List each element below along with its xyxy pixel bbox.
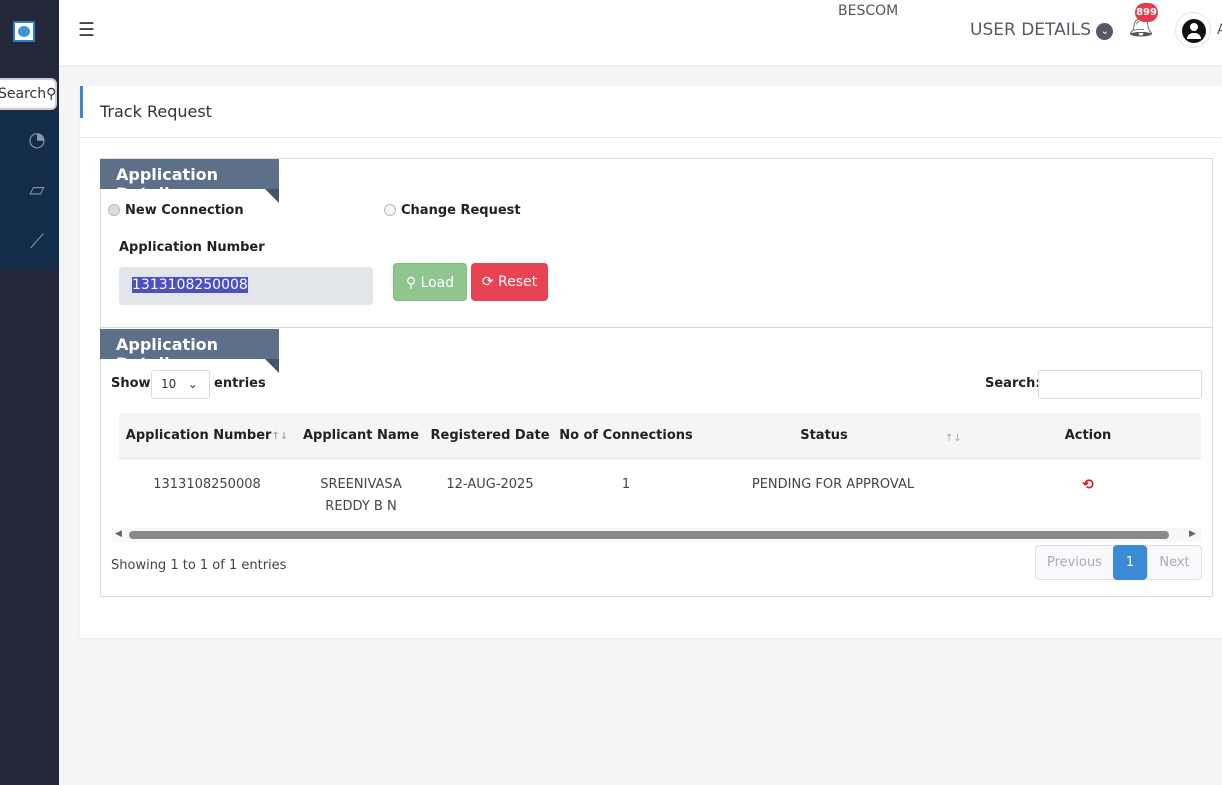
cell-registered-date: 12-AUG-2025 xyxy=(446,477,534,492)
chevron-down-icon: ⌄ xyxy=(1096,23,1114,40)
divider xyxy=(80,137,1222,138)
ribbon-fold xyxy=(265,359,279,373)
col-action: Action xyxy=(1064,428,1112,443)
show-label: Show xyxy=(111,376,151,391)
table-info: Showing 1 to 1 of 1 entries xyxy=(111,558,287,573)
entries-label: entries xyxy=(214,376,266,391)
page-title: Track Request xyxy=(100,102,212,121)
cell-applicant-name: SREENIVASA REDDY B N xyxy=(320,477,402,514)
scroll-right-icon[interactable]: ▶ xyxy=(1189,529,1196,539)
col-status[interactable]: Status xyxy=(800,428,848,443)
chart-line-icon[interactable]: ⟋ xyxy=(24,229,50,253)
col-application-number[interactable]: Application Number↑↓ xyxy=(126,428,288,443)
radio-new-label: New Connection xyxy=(125,203,244,218)
notification-badge: 899 xyxy=(1135,3,1158,22)
refresh-icon: ⟳ xyxy=(481,274,494,290)
search-icon: ⚲ xyxy=(46,86,57,102)
table-search-input[interactable] xyxy=(1038,370,1202,399)
page-length-select[interactable]: 10 ⌄ xyxy=(151,370,210,399)
divider xyxy=(100,327,1213,328)
previous-button[interactable]: Previous xyxy=(1035,545,1114,580)
card-accent xyxy=(80,86,83,118)
sort-icon: ↑↓ xyxy=(271,431,289,442)
scrollbar-thumb[interactable] xyxy=(129,531,1169,539)
history-icon[interactable]: ⟲ xyxy=(1082,474,1094,496)
dashboard-icon[interactable]: ◔ xyxy=(24,127,50,151)
radio-new-connection[interactable] xyxy=(108,204,120,216)
section-title: Application Details xyxy=(100,159,279,203)
section-title: Application Details xyxy=(100,329,279,373)
load-button[interactable]: ⚲ Load xyxy=(393,263,467,301)
app-number-label: Application Number xyxy=(119,240,265,255)
page-1-button[interactable]: 1 xyxy=(1113,545,1147,580)
cell-connections: 1 xyxy=(621,477,631,492)
col-connections[interactable]: No of Connections xyxy=(559,428,693,443)
brand-image-alt: BESCOM xyxy=(838,3,899,19)
avatar[interactable] xyxy=(1175,12,1211,48)
cell-status: PENDING FOR APPROVAL xyxy=(751,477,915,492)
ticket-icon[interactable]: ▱ xyxy=(24,177,50,201)
scroll-left-icon[interactable]: ◀ xyxy=(115,529,122,539)
search-icon: ⚲ xyxy=(405,275,417,291)
radio-change-request[interactable] xyxy=(384,204,396,216)
user-name: A xyxy=(1217,22,1222,38)
hamburger-icon[interactable]: ☰ xyxy=(78,19,95,41)
sort-icon[interactable]: ↑↓ xyxy=(945,433,962,444)
ribbon-fold xyxy=(265,189,279,203)
next-button[interactable]: Next xyxy=(1147,545,1202,580)
reset-button[interactable]: ⟳ Reset xyxy=(471,263,548,301)
col-registered-date[interactable]: Registered Date xyxy=(430,428,549,443)
col-applicant-name[interactable]: Applicant Name xyxy=(303,428,419,443)
application-number-input[interactable]: 1313108250008 xyxy=(119,267,373,305)
table-search-label: Search: xyxy=(985,376,1041,391)
chevron-down-icon: ⌄ xyxy=(187,377,198,391)
user-details-dropdown[interactable]: USER DETAILS ⌄ xyxy=(970,20,1114,40)
cell-application-number: 1313108250008 xyxy=(153,477,261,492)
radio-change-label: Change Request xyxy=(401,203,521,218)
app-logo[interactable] xyxy=(13,21,35,42)
sidebar-search[interactable]: Search⚲ xyxy=(0,78,57,110)
user-icon xyxy=(1182,19,1206,43)
